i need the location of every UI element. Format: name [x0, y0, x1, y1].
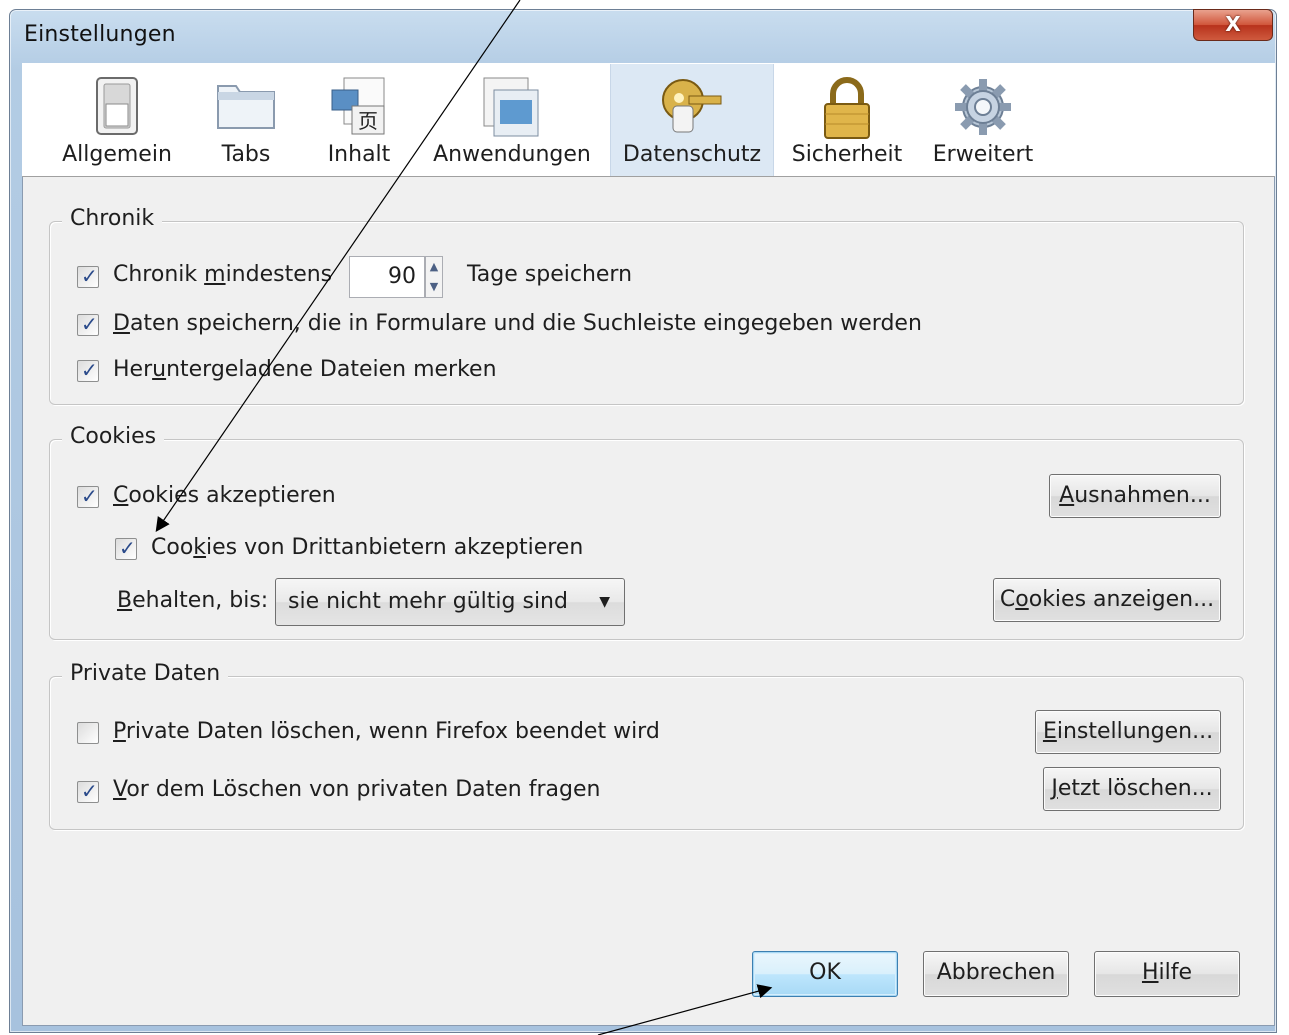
annotation-arrows [155, 0, 773, 1035]
arrow-to-third-party-checkbox [155, 0, 521, 532]
arrow-to-ok-button [597, 984, 773, 1035]
